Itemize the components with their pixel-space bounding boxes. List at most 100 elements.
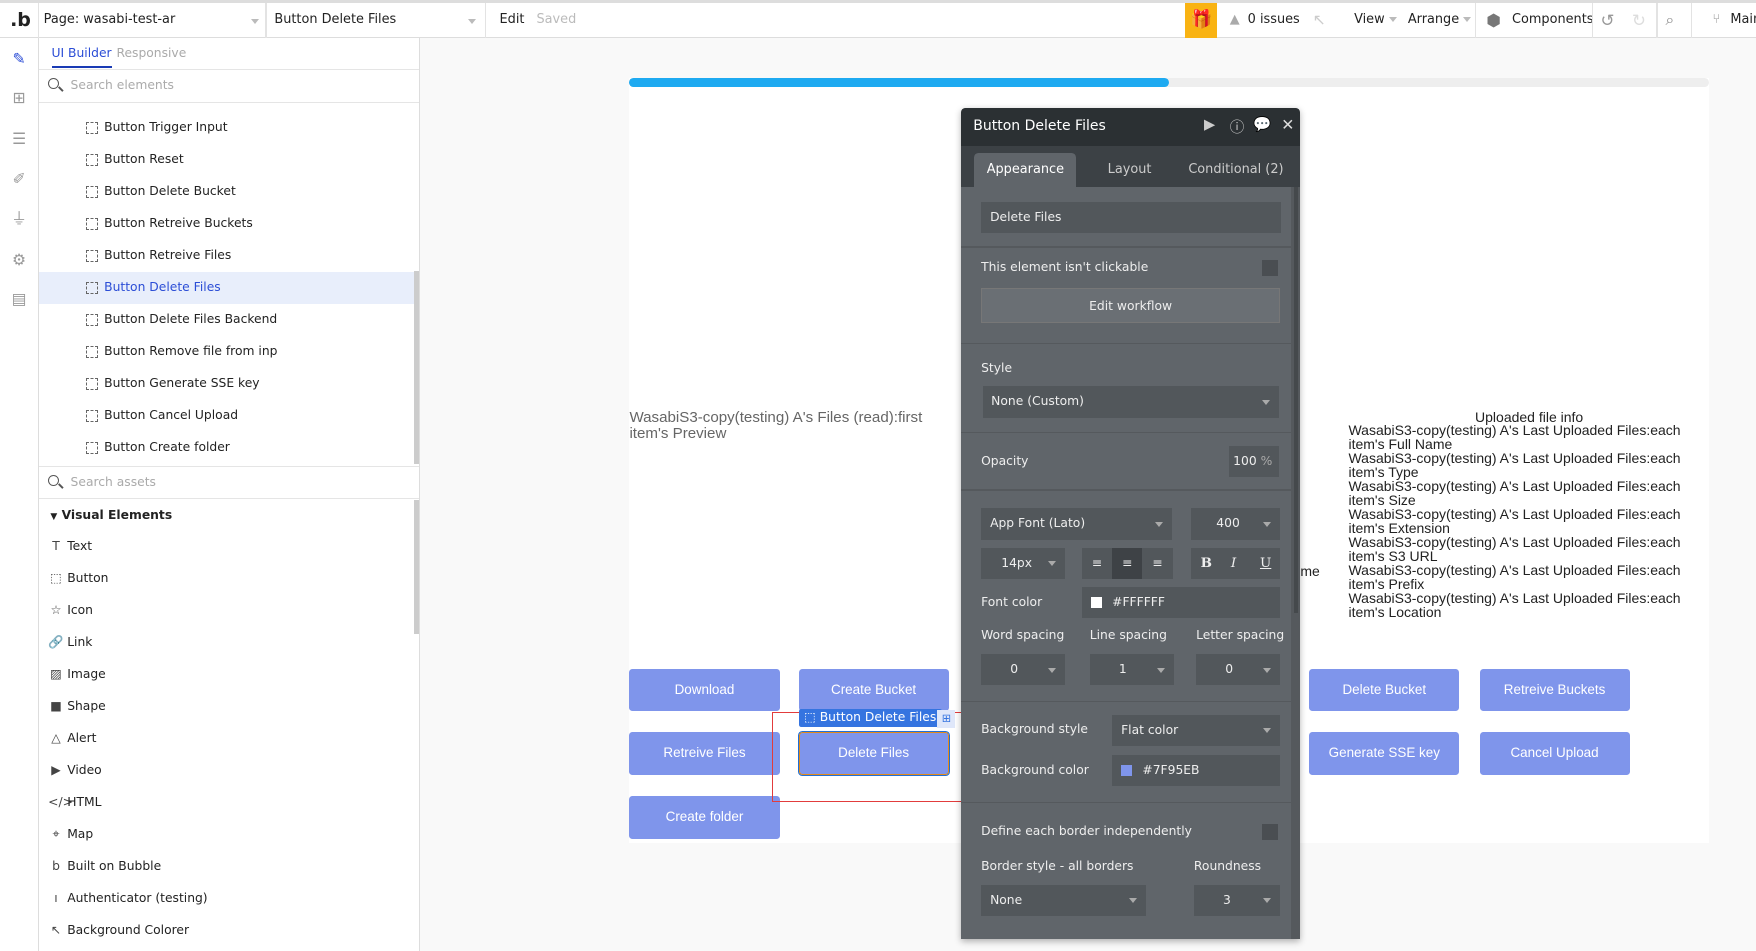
- sitemap-icon[interactable]: ⊞: [9, 88, 29, 108]
- selection-label[interactable]: ⬚ Button Delete Files: [798, 708, 942, 727]
- redo-icon[interactable]: ↻: [1632, 3, 1646, 38]
- comment-icon[interactable]: 💬: [1253, 115, 1271, 133]
- uploaded-info-line[interactable]: WasabiS3-copy(testing) A's Last Uploaded…: [1348, 535, 1711, 563]
- issues-count[interactable]: 0 issues: [1248, 3, 1300, 38]
- tree-item[interactable]: Button Generate SSE key: [39, 368, 414, 399]
- not-clickable-checkbox[interactable]: [1262, 259, 1278, 276]
- uploaded-info-line[interactable]: WasabiS3-copy(testing) A's Last Uploaded…: [1348, 451, 1711, 479]
- page-select[interactable]: Page: wasabi-test-ar: [44, 3, 259, 38]
- hierarchy-icon[interactable]: ⊞: [937, 710, 956, 728]
- visual-element-item[interactable]: ⌖ Map: [39, 819, 414, 850]
- roundness-input[interactable]: 3: [1193, 884, 1281, 917]
- retreive-buckets-button[interactable]: Retreive Buckets: [1479, 668, 1630, 712]
- tab-ui-builder[interactable]: UI Builder: [51, 46, 112, 68]
- visual-element-item[interactable]: ▨ Image: [39, 659, 414, 690]
- style-select[interactable]: None (Custom): [983, 386, 1280, 418]
- search-elements-input[interactable]: Search elements: [71, 78, 174, 92]
- create-folder-button[interactable]: Create folder: [629, 796, 780, 839]
- tree-item[interactable]: Button Delete Files Backend: [39, 304, 414, 335]
- background-style-select[interactable]: Flat color: [1112, 714, 1281, 746]
- font-weight-select[interactable]: 400: [1190, 508, 1281, 540]
- tab-responsive[interactable]: Responsive: [116, 46, 186, 60]
- tree-item[interactable]: Button Create folder: [39, 432, 414, 463]
- visual-element-item[interactable]: T Text: [39, 531, 414, 562]
- bold-button[interactable]: B: [1201, 548, 1212, 579]
- brush-icon[interactable]: ✐: [9, 169, 29, 189]
- word-spacing-input[interactable]: 0: [981, 654, 1066, 686]
- tree-item[interactable]: Button Remove file from inp: [39, 336, 414, 367]
- tree-item[interactable]: Button Reset: [39, 144, 414, 175]
- visual-element-item[interactable]: ■ Shape: [39, 691, 414, 722]
- assets-scrollbar[interactable]: [414, 499, 419, 634]
- tree-item[interactable]: Button Delete Bucket: [39, 176, 414, 207]
- bubble-logo[interactable]: .b: [10, 3, 31, 38]
- property-editor-header[interactable]: Button Delete Files ▶ ⓘ 💬 ✕: [960, 107, 1301, 146]
- cursor-icon[interactable]: ↖: [1313, 3, 1326, 38]
- info-icon[interactable]: ⓘ: [1230, 116, 1245, 137]
- font-color-picker[interactable]: #FFFFFF: [1081, 586, 1281, 619]
- download-button[interactable]: Download: [629, 668, 780, 712]
- tree-item[interactable]: Button Retreive Buckets: [39, 208, 414, 239]
- database-icon[interactable]: ☰: [9, 129, 29, 149]
- align-right-icon[interactable]: ≡: [1142, 547, 1173, 580]
- retreive-files-button[interactable]: Retreive Files: [629, 732, 780, 776]
- search-elements[interactable]: Search elements: [39, 70, 419, 103]
- letter-spacing-input[interactable]: 0: [1196, 654, 1281, 686]
- edit-workflow-button[interactable]: Edit workflow: [981, 287, 1281, 323]
- visual-element-item[interactable]: ☆ Icon: [39, 595, 414, 626]
- tree-scrollbar[interactable]: [414, 271, 419, 464]
- visual-element-item[interactable]: ⬚ Button: [39, 563, 414, 594]
- border-independent-checkbox[interactable]: [1262, 824, 1278, 840]
- edit-menu[interactable]: Edit: [500, 3, 525, 38]
- search-assets-input[interactable]: Search assets: [71, 475, 156, 489]
- plug-icon[interactable]: ⏚: [9, 209, 29, 229]
- gear-icon[interactable]: ⚙: [9, 250, 29, 270]
- visual-element-item[interactable]: b Built on Bubble: [39, 851, 414, 882]
- design-tools-icon[interactable]: ✎: [9, 49, 29, 69]
- italic-button[interactable]: I: [1231, 548, 1236, 579]
- undo-icon[interactable]: ↺: [1600, 3, 1614, 38]
- components-button[interactable]: Components: [1512, 3, 1593, 38]
- border-style-select[interactable]: None: [981, 884, 1146, 917]
- tab-appearance[interactable]: Appearance: [974, 153, 1077, 188]
- uploaded-info-line[interactable]: WasabiS3-copy(testing) A's Last Uploaded…: [1348, 507, 1711, 535]
- tree-item[interactable]: Button Retreive Files: [39, 240, 414, 271]
- tab-conditional[interactable]: Conditional (2): [1188, 153, 1283, 187]
- visual-element-item[interactable]: ı Authenticator (testing): [39, 883, 414, 914]
- opacity-input[interactable]: 100 %: [1228, 445, 1280, 478]
- uploaded-info-line[interactable]: WasabiS3-copy(testing) A's Last Uploaded…: [1348, 479, 1711, 507]
- close-icon[interactable]: ✕: [1281, 115, 1294, 134]
- preview-text[interactable]: WasabiS3-copy(testing) A's Files (read):…: [629, 410, 954, 441]
- font-size-select[interactable]: 14px: [981, 547, 1066, 580]
- create-bucket-button[interactable]: Create Bucket: [798, 668, 949, 712]
- search-assets[interactable]: Search assets: [39, 465, 419, 500]
- line-spacing-input[interactable]: 1: [1089, 654, 1174, 686]
- align-left-icon[interactable]: ≡: [1081, 547, 1113, 580]
- visual-element-item[interactable]: </> HTML: [39, 787, 414, 818]
- underline-button[interactable]: U: [1260, 548, 1271, 579]
- uploaded-info-line[interactable]: WasabiS3-copy(testing) A's Last Uploaded…: [1348, 591, 1711, 619]
- cancel-upload-button[interactable]: Cancel Upload: [1479, 732, 1630, 776]
- view-menu[interactable]: View: [1354, 3, 1397, 38]
- generate-sse-key-button[interactable]: Generate SSE key: [1309, 732, 1460, 776]
- search-icon[interactable]: ⌕: [1665, 3, 1674, 38]
- visual-element-item[interactable]: 🔗 Link: [39, 627, 414, 658]
- play-icon[interactable]: ▶: [1204, 116, 1215, 133]
- arrange-menu[interactable]: Arrange: [1408, 3, 1472, 38]
- background-color-picker[interactable]: #7F95EB: [1112, 754, 1281, 787]
- font-family-select[interactable]: App Font (Lato): [981, 508, 1172, 540]
- gift-icon[interactable]: 🎁: [1184, 3, 1218, 38]
- visual-elements-header[interactable]: ▼ Visual Elements: [50, 508, 172, 522]
- tab-layout[interactable]: Layout: [1108, 153, 1152, 187]
- button-text-input[interactable]: Delete Files: [981, 201, 1282, 233]
- visual-element-item[interactable]: ↖ Background Colorer: [39, 915, 414, 946]
- tree-item[interactable]: Button Trigger Input: [39, 112, 414, 143]
- uploaded-info-line[interactable]: WasabiS3-copy(testing) A's Last Uploaded…: [1348, 563, 1711, 591]
- property-scrollbar-track[interactable]: [1291, 187, 1301, 939]
- property-scrollbar-thumb[interactable]: [1293, 187, 1299, 613]
- tree-item[interactable]: Button Delete Files: [39, 272, 415, 304]
- delete-bucket-button[interactable]: Delete Bucket: [1309, 668, 1460, 712]
- document-icon[interactable]: ▤: [9, 289, 29, 309]
- tree-item[interactable]: Button Cancel Upload: [39, 400, 414, 431]
- branch-select[interactable]: Main: [1730, 3, 1756, 38]
